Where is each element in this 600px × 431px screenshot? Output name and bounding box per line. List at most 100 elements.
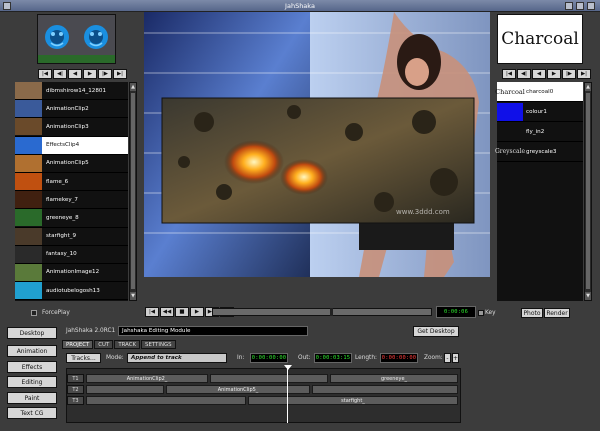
fx-scroll-up-arrow[interactable]: ▲	[585, 83, 591, 91]
clip-thumbnail	[15, 282, 42, 300]
timeline-clip[interactable]	[210, 374, 328, 383]
length-timecode: 0:00:00:00	[380, 353, 418, 363]
effects-button[interactable]: Effects	[7, 361, 57, 373]
clip-label: dibmshirow14_12801	[46, 87, 107, 94]
clip-list-item[interactable]: flame_6	[15, 173, 128, 192]
in-timecode[interactable]: 0:00:00:00	[250, 353, 288, 363]
tab-settings[interactable]: SETTINGS	[141, 340, 176, 349]
timeline-clip[interactable]: starfight_	[248, 396, 458, 405]
render-button[interactable]: Render	[544, 308, 570, 318]
play-button[interactable]: ▶	[190, 307, 204, 317]
timeline-clip[interactable]: greeneye_	[330, 374, 458, 383]
effect-next-page-button[interactable]: |▶	[562, 69, 576, 79]
timeline-clip[interactable]	[312, 385, 458, 394]
zoom-label: Zoom:	[424, 355, 443, 361]
minimize-button[interactable]	[565, 2, 573, 10]
scrub-handle[interactable]	[330, 308, 333, 316]
timeline[interactable]: T1 AnimationClip2_ greeneye_ T2 Animatio…	[66, 368, 461, 423]
editing-button[interactable]: Editing	[7, 376, 57, 388]
clip-list-item[interactable]: dibmshirow14_12801	[15, 82, 128, 101]
effect-nav-controls: |◀ ◀| ◀ ▶ |▶ ▶|	[502, 69, 591, 79]
tab-track[interactable]: TRACK	[114, 340, 141, 349]
version-label: JahShaka 2.0RC1	[66, 328, 116, 334]
clip-label: audiotubelogosh13	[46, 287, 100, 294]
effect-label: greyscale3	[526, 148, 557, 155]
effect-prev-page-button[interactable]: ◀|	[517, 69, 531, 79]
track-label[interactable]: T3	[67, 396, 84, 405]
next-page-button[interactable]: |▶	[98, 69, 112, 79]
timeline-clip[interactable]	[86, 385, 164, 394]
clip-thumbnail	[15, 136, 42, 154]
clip-list-item[interactable]: flamekey_7	[15, 191, 128, 210]
get-desktop-button[interactable]: Get Desktop	[413, 326, 459, 337]
scroll-up-arrow[interactable]: ▲	[130, 83, 136, 91]
forceplay-checkbox[interactable]	[31, 310, 37, 316]
scrollbar-thumb[interactable]	[131, 93, 135, 289]
watermark-text: www.3ddd.com	[396, 208, 450, 216]
effects-list-scrollbar[interactable]: ▲ ▼	[584, 82, 592, 301]
scroll-down-arrow[interactable]: ▼	[130, 292, 136, 300]
fx-scrollbar-thumb[interactable]	[586, 93, 590, 289]
clip-list-item[interactable]: fantasy_10	[15, 245, 128, 264]
rewind-start-button[interactable]: |◀	[145, 307, 159, 317]
clip-list-item[interactable]: greeneye_8	[15, 209, 128, 228]
fx-scroll-down-arrow[interactable]: ▼	[585, 292, 591, 300]
playhead-marker-icon[interactable]	[284, 365, 292, 370]
textcg-button[interactable]: Text CG	[7, 407, 57, 419]
tracks-button[interactable]: Tracks...	[66, 353, 101, 363]
clip-preview-monitor	[37, 14, 116, 64]
scrub-slider[interactable]	[212, 308, 432, 316]
first-clip-button[interactable]: |◀	[38, 69, 52, 79]
step-back-button[interactable]: ◀◀	[160, 307, 174, 317]
clip-label: AnimationClip5	[46, 160, 89, 167]
clip-preview-image	[38, 15, 115, 63]
viewer-timecode: 0:00:06	[436, 306, 476, 318]
effect-list-item[interactable]: Greyscale greyscale3	[495, 142, 583, 162]
effect-label: charcoal0	[526, 88, 554, 95]
animation-button[interactable]: Animation	[7, 345, 57, 357]
main-viewer[interactable]: www.3ddd.com	[144, 12, 490, 277]
tab-project[interactable]: PROJECT	[62, 340, 94, 349]
effect-prev-button[interactable]: ◀	[532, 69, 546, 79]
clip-list-item[interactable]: EffectsClip4	[15, 136, 128, 155]
track-row: T3 starfight_	[67, 396, 460, 405]
clip-thumbnail	[15, 173, 42, 191]
timeline-clip[interactable]	[86, 396, 246, 405]
effect-first-button[interactable]: |◀	[502, 69, 516, 79]
track-label[interactable]: T2	[67, 385, 84, 394]
timeline-clip[interactable]: AnimationClip5_	[166, 385, 310, 394]
out-timecode[interactable]: 0:00:03:15	[314, 353, 352, 363]
desktop-button[interactable]: Desktop	[7, 327, 57, 339]
clip-list-item[interactable]: AnimationClip5	[15, 154, 128, 173]
next-clip-button[interactable]: ▶	[83, 69, 97, 79]
close-button[interactable]	[587, 2, 595, 10]
track-row: T1 AnimationClip2_ greeneye_	[67, 374, 460, 383]
effect-list-item[interactable]: colour1	[497, 102, 583, 122]
zoom-minus-button[interactable]: -	[444, 353, 451, 363]
paint-button[interactable]: Paint	[7, 392, 57, 404]
prev-page-button[interactable]: ◀|	[53, 69, 67, 79]
prev-clip-button[interactable]: ◀	[68, 69, 82, 79]
track-label[interactable]: T1	[67, 374, 84, 383]
effect-list-item[interactable]: fly_in2	[497, 122, 583, 142]
key-checkbox[interactable]	[478, 310, 484, 316]
effect-next-button[interactable]: ▶	[547, 69, 561, 79]
tab-cut[interactable]: CUT	[94, 340, 114, 349]
stop-button[interactable]: ■	[175, 307, 189, 317]
clip-list-item[interactable]: AnimationClip2	[15, 100, 128, 119]
maximize-button[interactable]	[576, 2, 584, 10]
clip-list-item[interactable]: AnimationClip3	[15, 118, 128, 137]
effect-preview: Charcoal	[497, 14, 583, 64]
clip-list-scrollbar[interactable]: ▲ ▼	[129, 82, 137, 301]
clip-list-item[interactable]: starfight_9	[15, 227, 128, 246]
effect-last-button[interactable]: ▶|	[577, 69, 591, 79]
photo-button[interactable]: Photo	[521, 308, 543, 318]
clip-list-item[interactable]: AnimationImage12	[15, 263, 128, 283]
timeline-clip[interactable]: AnimationClip2_	[86, 374, 208, 383]
clip-list-item[interactable]: audiotubelogosh13	[15, 282, 128, 301]
playhead[interactable]	[287, 368, 288, 423]
mode-select[interactable]: Append to track	[127, 353, 227, 363]
zoom-plus-button[interactable]: +	[452, 353, 459, 363]
last-clip-button[interactable]: ▶|	[113, 69, 127, 79]
effect-list-item[interactable]: Charcoal charcoal0	[495, 82, 583, 102]
